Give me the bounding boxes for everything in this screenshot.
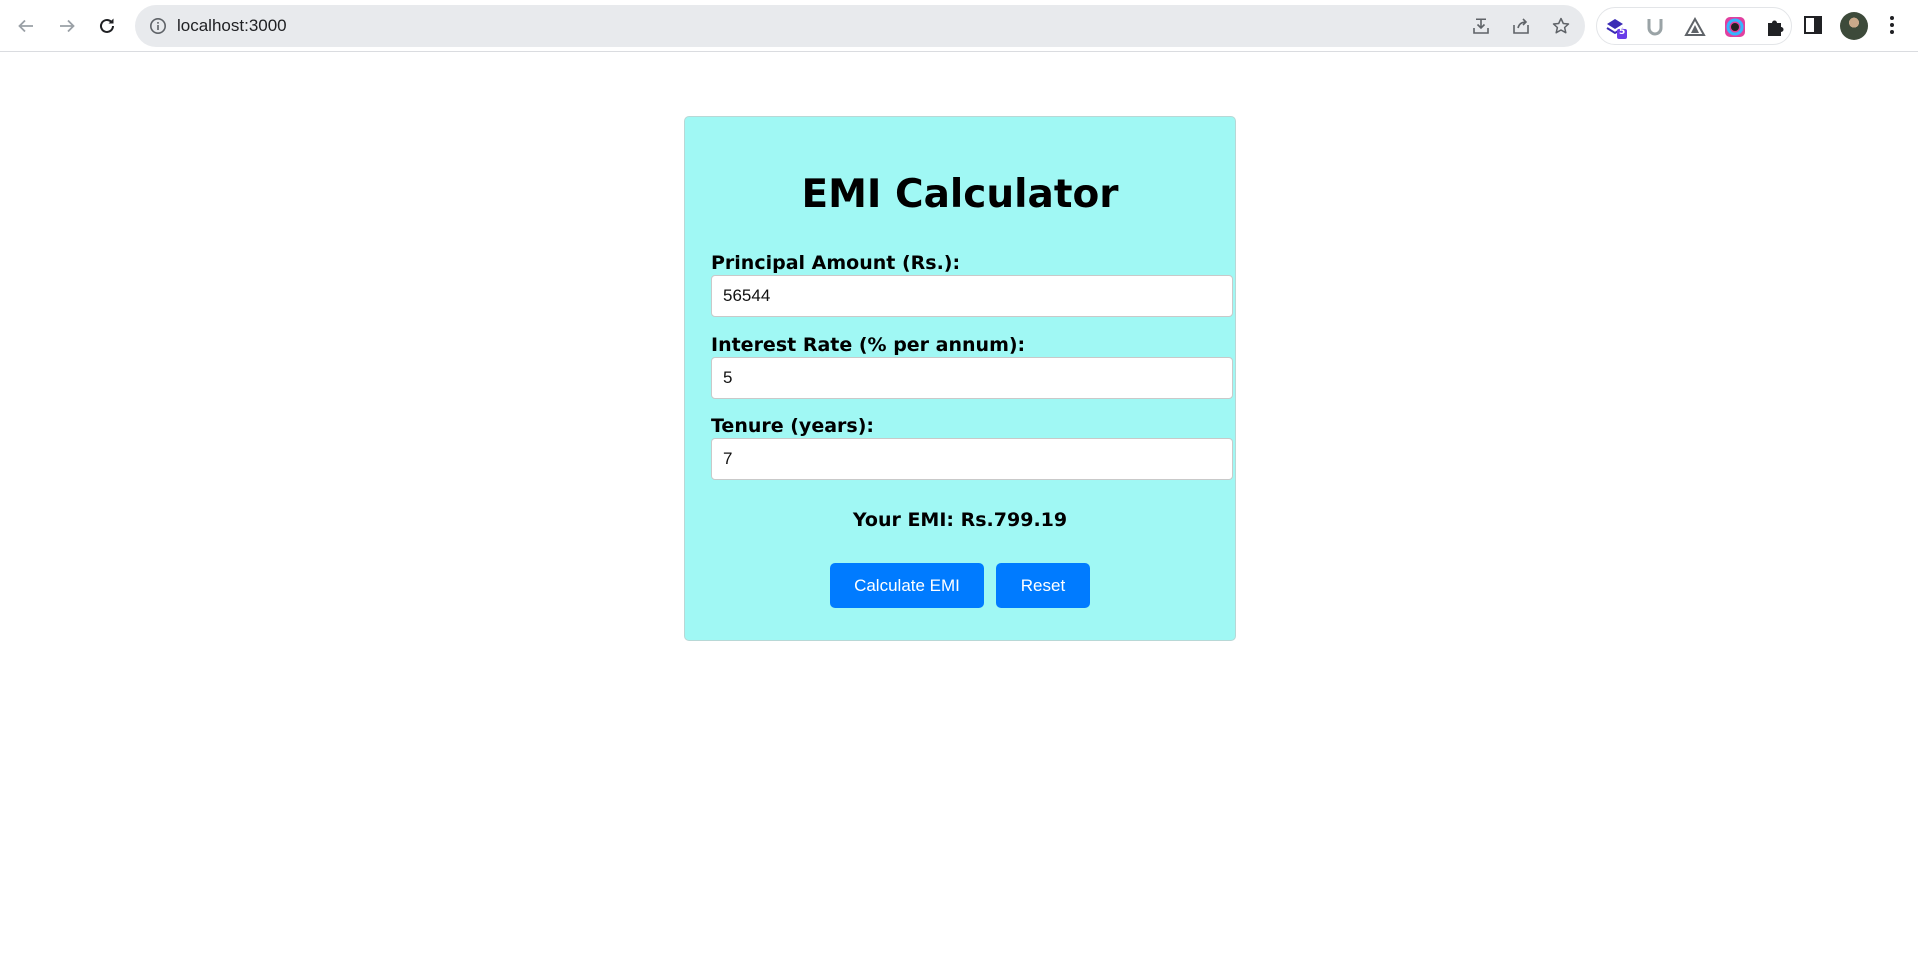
emi-result: Your EMI: Rs.799.19 — [852, 509, 1068, 531]
extension-badge: 5 — [1619, 27, 1626, 37]
extensions-puzzle-icon[interactable] — [1764, 16, 1786, 38]
extension-stack-icon[interactable]: 5 — [1604, 16, 1627, 39]
share-icon[interactable] — [1511, 16, 1531, 36]
back-button[interactable] — [10, 10, 42, 42]
bookmark-star-icon[interactable] — [1551, 16, 1571, 36]
install-app-icon[interactable] — [1471, 16, 1491, 36]
tenure-label: Tenure (years): — [711, 415, 874, 437]
calculate-emi-button[interactable]: Calculate EMI — [830, 563, 984, 608]
interest-rate-label: Interest Rate (% per annum): — [711, 334, 1026, 356]
extension-triangle-icon[interactable] — [1684, 16, 1706, 38]
principal-label: Principal Amount (Rs.): — [711, 252, 961, 274]
reload-button[interactable] — [91, 10, 123, 42]
tenure-input[interactable] — [711, 438, 1233, 480]
arrow-left-icon — [18, 19, 33, 33]
url-text[interactable]: localhost:3000 — [177, 16, 287, 36]
side-panel-icon[interactable] — [1801, 13, 1825, 37]
principal-input[interactable] — [711, 275, 1233, 317]
extension-color-ring-icon[interactable] — [1724, 16, 1746, 38]
browser-toolbar: localhost:3000 5 — [0, 0, 1918, 52]
more-menu-icon[interactable] — [1880, 13, 1904, 37]
reset-button[interactable]: Reset — [996, 563, 1090, 608]
interest-rate-input[interactable] — [711, 357, 1233, 399]
arrow-right-icon — [60, 19, 75, 33]
address-bar[interactable]: localhost:3000 — [135, 5, 1585, 47]
reload-icon — [100, 18, 114, 33]
extensions-group: 5 — [1596, 7, 1792, 45]
emi-calculator-card: EMI Calculator Principal Amount (Rs.): I… — [684, 116, 1236, 641]
profile-avatar[interactable] — [1840, 12, 1868, 40]
forward-button[interactable] — [51, 10, 83, 42]
page-title: EMI Calculator — [801, 172, 1119, 217]
info-icon[interactable] — [149, 17, 167, 35]
extension-u-icon[interactable] — [1644, 16, 1666, 38]
